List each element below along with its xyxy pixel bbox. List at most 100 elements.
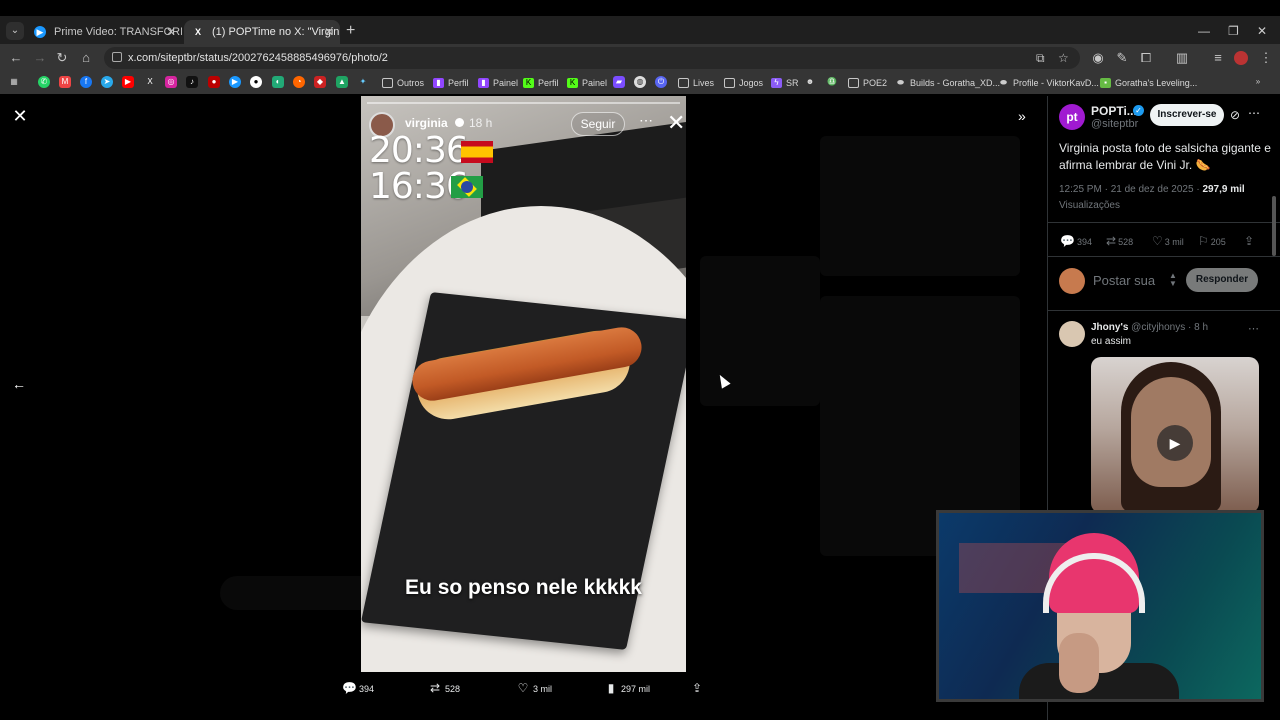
- poptime-avatar[interactable]: pt: [1059, 104, 1085, 130]
- reply-author[interactable]: Jhony's @cityjhonys · 8 h: [1091, 322, 1208, 333]
- tweet-text: Virginia posta foto de salsicha gigante …: [1059, 141, 1271, 172]
- author-handle[interactable]: @siteptbr: [1091, 118, 1138, 130]
- bookmark-stat-button[interactable]: ⚐ 205: [1198, 234, 1226, 249]
- tab-prime-video[interactable]: ▶ Prime Video: TRANSFORMAÇÃO ✕: [26, 20, 182, 44]
- bookmark-jogos[interactable]: Jogos: [724, 75, 763, 91]
- bookmark-label: Jogos: [739, 78, 764, 88]
- bookmark-perfil-kick[interactable]: K Perfil: [523, 75, 559, 91]
- bookmark-green-icon[interactable]: ◐: [272, 76, 284, 88]
- reply-scroll-stepper[interactable]: ▲ ▼: [1169, 272, 1177, 288]
- share-stat-button[interactable]: ⇪: [1244, 234, 1256, 249]
- divider: [1048, 256, 1280, 257]
- bookmark-leveling[interactable]: ▪ Goratha's Leveling...: [1100, 75, 1197, 91]
- repost-icon: ⇄: [1106, 234, 1117, 248]
- bookmark-blue-icon[interactable]: ⏻: [655, 76, 667, 88]
- bookmark-purple-icon[interactable]: ▰: [613, 76, 625, 88]
- views-icon: ▮: [607, 681, 615, 695]
- extensions-icon[interactable]: ⧠: [1136, 48, 1156, 68]
- bookmark-poe2[interactable]: POE2: [848, 75, 887, 91]
- bookmark-horn-icon[interactable]: ♎: [826, 76, 838, 88]
- prime-icon[interactable]: ▶: [229, 76, 241, 88]
- like-stat-button[interactable]: ♡ 3 mil: [1152, 234, 1184, 249]
- bookmark-sr[interactable]: ϟ SR: [771, 75, 799, 91]
- restore-icon[interactable]: ❐: [1228, 20, 1239, 42]
- close-window-icon[interactable]: ✕: [1257, 20, 1267, 42]
- more-bookmarks-icon[interactable]: »: [1252, 76, 1264, 88]
- collapse-sidebar-icon[interactable]: »: [1018, 108, 1026, 124]
- bookmark-lives[interactable]: Lives: [678, 75, 714, 91]
- subscribe-button[interactable]: Inscrever-se: [1150, 104, 1224, 126]
- reply-icon: 💬: [342, 681, 357, 695]
- photo-share-button[interactable]: ⇪: [690, 680, 707, 697]
- bookmark-game-icon[interactable]: ◆: [314, 76, 326, 88]
- tab-list-button[interactable]: ⌄: [6, 22, 24, 40]
- disc-icon[interactable]: ●: [250, 76, 262, 88]
- reply-stat-button[interactable]: 💬 394: [1060, 234, 1092, 249]
- story-progress-bar: [367, 102, 680, 104]
- bookmark-circle-icon[interactable]: ◍: [634, 76, 646, 88]
- close-tab-icon[interactable]: ✕: [324, 20, 334, 44]
- gemini-icon[interactable]: ✦: [357, 76, 369, 88]
- bookmark-star-icon[interactable]: ☆: [1058, 50, 1069, 66]
- bookmark-painel-kick[interactable]: K Painel: [567, 75, 607, 91]
- reload-icon[interactable]: ↻: [52, 48, 72, 68]
- bookmark-outros[interactable]: Outros: [382, 75, 424, 91]
- whatsapp-icon[interactable]: ✆: [38, 76, 50, 88]
- close-tab-icon[interactable]: ✕: [166, 20, 176, 44]
- reply-text: eu assim: [1091, 336, 1132, 347]
- x-icon[interactable]: X: [144, 76, 156, 88]
- new-tab-button[interactable]: +: [346, 20, 355, 42]
- bookmark-builds[interactable]: ⬬ Builds - Goratha_XD...: [895, 75, 1000, 91]
- close-viewer-icon[interactable]: ✕: [12, 107, 28, 125]
- media-control-icon[interactable]: ≡: [1208, 48, 1228, 68]
- bookmark-profile[interactable]: ⬬ Profile - ViktorKavD...: [998, 75, 1099, 91]
- play-icon[interactable]: ▶: [1157, 425, 1193, 461]
- photo-views-button[interactable]: ▮ 297 mil: [604, 680, 650, 697]
- scrollbar-thumb[interactable]: [1272, 196, 1276, 256]
- more-options-icon[interactable]: ⋯: [1248, 106, 1260, 120]
- bookmark-perfil-twitch[interactable]: ▮ Perfil: [433, 75, 469, 91]
- ghost-post-button: [220, 576, 380, 610]
- reply-input[interactable]: Postar sua: [1093, 273, 1155, 288]
- sidebar-icon[interactable]: ▥: [1172, 48, 1192, 68]
- install-app-icon[interactable]: ⧉: [1036, 50, 1045, 66]
- camera-extension-icon[interactable]: ◉: [1088, 48, 1108, 68]
- minimize-icon[interactable]: —: [1198, 20, 1210, 42]
- reply-button[interactable]: Responder: [1186, 268, 1258, 292]
- current-user-avatar: [1059, 268, 1085, 294]
- photo-reply-button[interactable]: 💬 394: [342, 680, 374, 697]
- leveling-icon: ▪: [1100, 78, 1111, 88]
- pen-extension-icon[interactable]: ✎: [1112, 48, 1132, 68]
- address-bar[interactable]: x.com/siteptbr/status/200276245888549697…: [104, 47, 1080, 69]
- photo-like-button[interactable]: ♡ 3 mil: [516, 680, 552, 697]
- menu-icon[interactable]: ⋮: [1256, 48, 1276, 68]
- home-icon[interactable]: ⌂: [76, 48, 96, 68]
- gmail-icon[interactable]: M: [59, 76, 71, 88]
- crunchyroll-icon[interactable]: ◔: [293, 76, 305, 88]
- site-info-icon[interactable]: [112, 52, 122, 62]
- instagram-icon[interactable]: ◎: [165, 76, 177, 88]
- apps-grid-icon[interactable]: ▦: [8, 76, 20, 88]
- reply-author-avatar[interactable]: [1059, 321, 1085, 347]
- author-name[interactable]: POPTi...: [1091, 104, 1137, 118]
- kick-icon: K: [523, 78, 534, 88]
- tiktok-icon[interactable]: ♪: [186, 76, 198, 88]
- facebook-icon[interactable]: f: [80, 76, 92, 88]
- forward-icon[interactable]: →: [30, 48, 50, 68]
- previous-photo-icon[interactable]: ←: [12, 376, 28, 392]
- photo-repost-button[interactable]: ⇄ 528: [428, 680, 460, 697]
- bookmark-painel-twitch[interactable]: ▮ Painel: [478, 75, 518, 91]
- share-icon: ⇪: [691, 681, 703, 695]
- google-drive-icon[interactable]: ▲: [336, 76, 348, 88]
- bookmark-mask-icon[interactable]: ☻: [804, 76, 816, 88]
- grok-icon[interactable]: ⊘: [1230, 108, 1240, 122]
- reply-more-icon[interactable]: ⋯: [1248, 322, 1259, 335]
- back-icon[interactable]: ←: [6, 48, 26, 68]
- youtube-icon[interactable]: ▶: [122, 76, 134, 88]
- profile-avatar[interactable]: [1234, 51, 1248, 65]
- telegram-icon[interactable]: ➤: [101, 76, 113, 88]
- reply-video[interactable]: ▶: [1091, 357, 1259, 513]
- bookmark-red-icon[interactable]: ●: [208, 76, 220, 88]
- tab-poptime[interactable]: X (1) POPTime no X: "Virginia po ✕: [184, 20, 340, 44]
- repost-stat-button[interactable]: ⇄ 528: [1106, 234, 1133, 249]
